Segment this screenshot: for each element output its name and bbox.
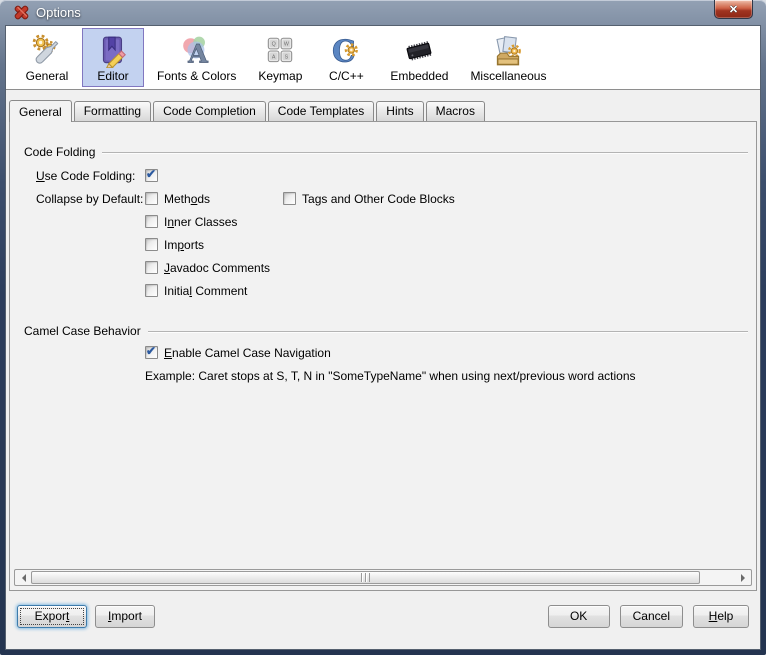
checkbox-label: Imports bbox=[164, 237, 205, 252]
svg-text:S: S bbox=[285, 54, 289, 60]
grip-icon bbox=[360, 573, 370, 582]
tab-macros[interactable]: Macros bbox=[425, 101, 485, 121]
tab-label: Code Completion bbox=[163, 104, 256, 118]
tabs-gap bbox=[6, 90, 760, 99]
category-toolbar: General Editor A Fonts & Colors Q W A S … bbox=[6, 26, 760, 90]
scroll-left-button[interactable] bbox=[15, 570, 31, 585]
code-folding-group-header: Code Folding bbox=[10, 144, 756, 160]
bottom-button-bar: Export Import OK Cancel Help bbox=[6, 591, 760, 649]
app-red-x-icon bbox=[13, 4, 30, 21]
svg-text:Q: Q bbox=[272, 42, 276, 48]
horizontal-scrollbar[interactable] bbox=[14, 569, 752, 586]
collapse-tags-checkbox-item[interactable]: Tags and Other Code Blocks bbox=[283, 192, 455, 206]
group-separator-line bbox=[102, 151, 748, 153]
use-code-folding-checkbox-item[interactable] bbox=[145, 167, 283, 182]
tags-and-other-code-blocks-checkbox[interactable] bbox=[283, 192, 296, 205]
toolbar-item-c-cpp[interactable]: C C/C++ bbox=[315, 28, 377, 87]
tab-hints[interactable]: Hints bbox=[376, 101, 424, 121]
book-pencil-icon bbox=[96, 33, 130, 69]
tab-label: Formatting bbox=[83, 104, 142, 118]
camel-case-example-text: Example: Caret stops at S, T, N in "Some… bbox=[145, 368, 636, 383]
checkbox-label: Tags and Other Code Blocks bbox=[302, 191, 455, 206]
collapse-initial-comment-checkbox-item[interactable]: Initial Comment bbox=[145, 284, 283, 298]
toolbar-item-label: General bbox=[25, 69, 69, 83]
checkbox-label: Methods bbox=[164, 191, 211, 206]
svg-text:A: A bbox=[272, 54, 276, 60]
arrow-right-icon bbox=[740, 573, 749, 582]
tab-label: General bbox=[19, 105, 62, 119]
letter-c-gear-icon: C bbox=[329, 33, 363, 69]
toolbar-item-fonts-colors[interactable]: A Fonts & Colors bbox=[148, 28, 245, 87]
svg-text:A: A bbox=[187, 40, 209, 68]
tab-general[interactable]: General bbox=[9, 100, 72, 122]
group-title: Code Folding bbox=[24, 145, 96, 159]
enable-camel-case-checkbox-item[interactable]: Enable Camel Case Navigation bbox=[145, 344, 331, 360]
tab-label: Code Templates bbox=[277, 104, 365, 118]
use-code-folding-checkbox[interactable] bbox=[145, 167, 158, 182]
window-title: Options bbox=[36, 5, 81, 20]
toolbar-item-keymap[interactable]: Q W A S Keymap bbox=[249, 28, 311, 87]
scroll-right-button[interactable] bbox=[735, 570, 751, 585]
collapse-methods-checkbox-item[interactable]: Methods bbox=[145, 192, 283, 206]
toolbar-item-embedded[interactable]: Embedded bbox=[381, 28, 457, 87]
svg-text:W: W bbox=[284, 42, 289, 48]
toolbar-item-editor[interactable]: Editor bbox=[82, 28, 144, 87]
collapse-by-default-label: Collapse by Default: bbox=[36, 191, 144, 206]
toolbar-item-miscellaneous[interactable]: Miscellaneous bbox=[461, 28, 555, 87]
import-button[interactable]: Import bbox=[95, 604, 156, 628]
help-button[interactable]: Help bbox=[693, 604, 749, 628]
checkbox-label: Javadoc Comments bbox=[164, 260, 271, 275]
dialog-body: General Editor A Fonts & Colors Q W A S … bbox=[5, 25, 761, 650]
use-code-folding-label: Use Code Folding: bbox=[36, 168, 136, 183]
tab-content-panel: Code Folding Use Code Folding: Collapse … bbox=[9, 121, 757, 591]
toolbar-item-general[interactable]: General bbox=[16, 28, 78, 87]
papers-gear-tray-icon bbox=[491, 33, 525, 69]
group-title: Camel Case Behavior bbox=[24, 324, 141, 338]
inner-classes-checkbox[interactable] bbox=[145, 215, 158, 228]
scrollbar-thumb[interactable] bbox=[31, 571, 700, 584]
group-separator-line bbox=[147, 330, 748, 332]
export-button[interactable]: Export bbox=[17, 604, 87, 628]
toolbar-item-label: Fonts & Colors bbox=[157, 69, 237, 83]
checkbox-label: Enable Camel Case Navigation bbox=[164, 345, 331, 360]
javadoc-comments-checkbox[interactable] bbox=[145, 261, 158, 274]
close-button[interactable] bbox=[714, 0, 753, 19]
scrollbar-track[interactable] bbox=[31, 570, 735, 585]
tab-code-completion[interactable]: Code Completion bbox=[153, 101, 266, 121]
imports-checkbox[interactable] bbox=[145, 238, 158, 251]
keyboard-keys-icon: Q W A S bbox=[263, 33, 297, 69]
toolbar-item-label: C/C++ bbox=[329, 69, 364, 83]
toolbar-item-label: Embedded bbox=[390, 69, 449, 83]
tab-code-templates[interactable]: Code Templates bbox=[267, 101, 375, 121]
tab-label: Macros bbox=[435, 104, 475, 118]
toolbar-item-label: Keymap bbox=[258, 69, 303, 83]
color-circles-letter-a-icon: A bbox=[180, 33, 214, 69]
toolbar-item-label: Editor bbox=[97, 69, 129, 83]
methods-checkbox[interactable] bbox=[145, 192, 158, 205]
tab-label: Hints bbox=[386, 104, 414, 118]
close-icon bbox=[729, 2, 738, 16]
options-window: Options General Editor A Fonts & Colors … bbox=[0, 0, 766, 655]
collapse-inner-classes-checkbox-item[interactable]: Inner Classes bbox=[145, 215, 283, 229]
checkbox-label: Inner Classes bbox=[164, 214, 238, 229]
collapse-javadoc-checkbox-item[interactable]: Javadoc Comments bbox=[145, 261, 283, 275]
tab-formatting[interactable]: Formatting bbox=[73, 101, 152, 121]
titlebar[interactable]: Options bbox=[5, 0, 761, 25]
initial-comment-checkbox[interactable] bbox=[145, 284, 158, 297]
camel-case-group-header: Camel Case Behavior bbox=[10, 323, 756, 339]
wrench-gears-icon bbox=[30, 33, 64, 69]
toolbar-item-label: Miscellaneous bbox=[470, 69, 547, 83]
cancel-button[interactable]: Cancel bbox=[619, 604, 683, 628]
collapse-imports-checkbox-item[interactable]: Imports bbox=[145, 238, 283, 252]
tab-strip: General Formatting Code Completion Code … bbox=[6, 99, 760, 122]
microchip-icon bbox=[402, 33, 436, 69]
ok-button[interactable]: OK bbox=[547, 604, 610, 628]
arrow-left-icon bbox=[18, 573, 26, 582]
enable-camel-case-navigation-checkbox[interactable] bbox=[145, 344, 158, 359]
checkbox-label: Initial Comment bbox=[164, 283, 248, 298]
